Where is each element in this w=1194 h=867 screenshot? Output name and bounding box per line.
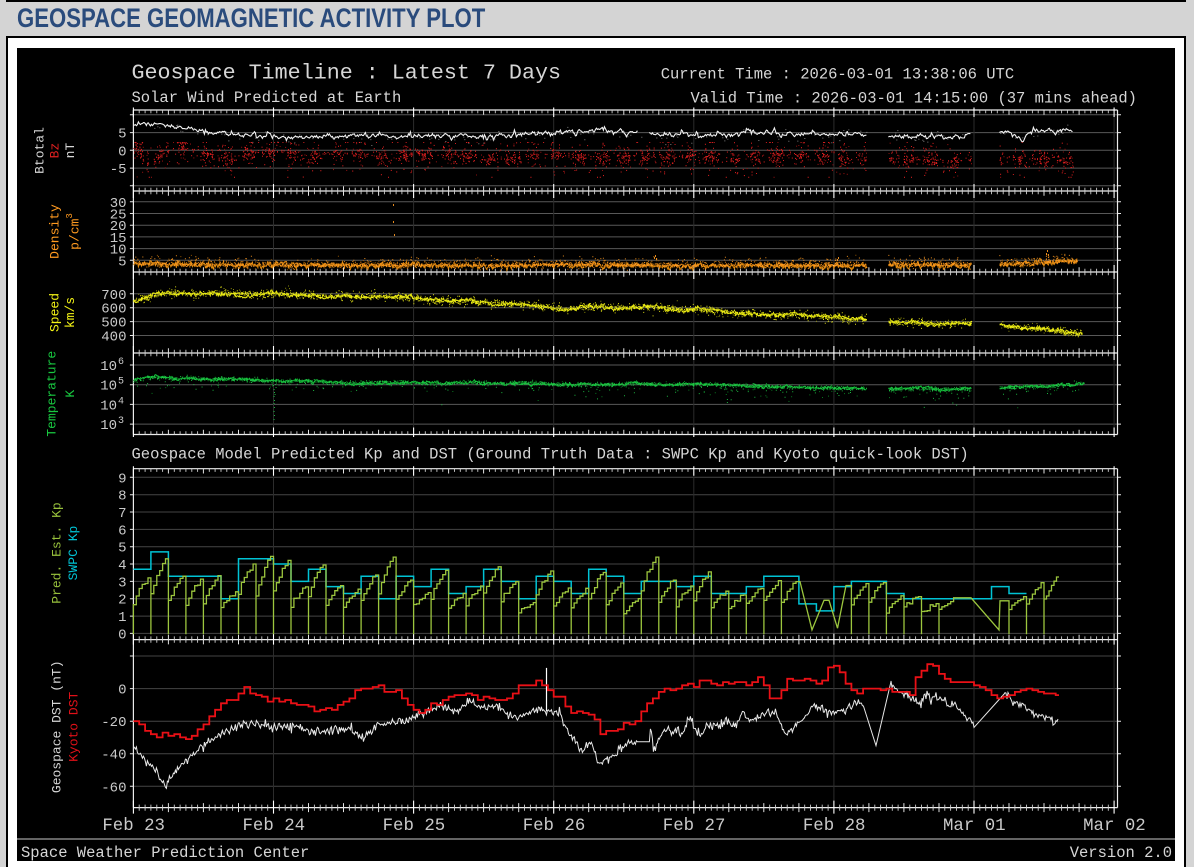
svg-text:0: 0: [118, 144, 126, 160]
svg-text:9: 9: [118, 471, 126, 487]
svg-text:Pred. Est. Kp: Pred. Est. Kp: [50, 502, 65, 603]
svg-text:3: 3: [118, 575, 126, 591]
svg-text:3: 3: [118, 416, 124, 427]
svg-text:6: 6: [118, 357, 124, 368]
svg-text:-5: -5: [110, 162, 127, 178]
svg-text:10: 10: [100, 418, 117, 434]
svg-text:0: 0: [118, 627, 126, 643]
svg-text:8: 8: [118, 489, 126, 505]
svg-text:Kyoto DST: Kyoto DST: [67, 691, 82, 761]
svg-text:5: 5: [118, 254, 126, 270]
svg-text:Solar Wind Predicted at Earth: Solar Wind Predicted at Earth: [132, 89, 402, 107]
svg-text:p/cm3: p/cm3: [65, 213, 83, 250]
svg-text:4: 4: [118, 396, 124, 407]
svg-text:Feb 28: Feb 28: [803, 817, 866, 836]
svg-text:400: 400: [101, 330, 126, 346]
svg-text:Feb 23: Feb 23: [102, 817, 165, 836]
svg-text:Space Weather Prediction Cente: Space Weather Prediction Center: [21, 844, 309, 861]
svg-text:Bz: Bz: [48, 143, 63, 159]
svg-text:Density: Density: [48, 204, 63, 259]
svg-text:Geospace DST (nT): Geospace DST (nT): [50, 660, 65, 793]
svg-text:Geospace Model Predicted Kp an: Geospace Model Predicted Kp and DST (Gro…: [132, 446, 969, 464]
svg-text:10: 10: [100, 379, 117, 395]
svg-text:-40: -40: [101, 748, 126, 764]
svg-text:Feb 24: Feb 24: [242, 817, 305, 836]
svg-text:5: 5: [118, 541, 126, 557]
svg-text:5: 5: [118, 127, 126, 143]
svg-text:Feb 27: Feb 27: [663, 817, 726, 836]
svg-text:2: 2: [118, 593, 126, 609]
svg-text:0: 0: [118, 683, 126, 699]
svg-text:-20: -20: [101, 715, 126, 731]
svg-text:7: 7: [118, 506, 126, 522]
svg-text:10: 10: [100, 359, 117, 375]
svg-text:Feb 25: Feb 25: [383, 817, 446, 836]
svg-text:Mar 02: Mar 02: [1083, 817, 1146, 836]
svg-text:Btotal: Btotal: [33, 127, 48, 174]
svg-text:5: 5: [118, 377, 124, 388]
svg-text:-60: -60: [101, 780, 126, 796]
svg-text:Temperature: Temperature: [45, 351, 60, 437]
svg-text:Valid Time : 2026-03-01 14:15:: Valid Time : 2026-03-01 14:15:00 (37 min…: [691, 90, 1137, 108]
svg-text:km/s: km/s: [63, 297, 78, 328]
svg-text:Geospace Timeline : Latest 7 D: Geospace Timeline : Latest 7 Days: [132, 60, 561, 85]
svg-text:Version 2.0: Version 2.0: [1070, 844, 1172, 861]
svg-text:nT: nT: [63, 143, 78, 159]
svg-text:1: 1: [118, 610, 126, 626]
svg-text:Feb 26: Feb 26: [523, 817, 586, 836]
svg-text:Speed: Speed: [48, 293, 63, 332]
svg-text:10: 10: [100, 398, 117, 414]
svg-text:K: K: [63, 390, 78, 398]
svg-text:6: 6: [118, 523, 126, 539]
svg-text:4: 4: [118, 558, 126, 574]
svg-text:Current Time : 2026-03-01 13:3: Current Time : 2026-03-01 13:38:06 UTC: [661, 66, 1014, 84]
svg-text:Mar 01: Mar 01: [943, 817, 1006, 836]
svg-text:SWPC Kp: SWPC Kp: [66, 526, 81, 581]
